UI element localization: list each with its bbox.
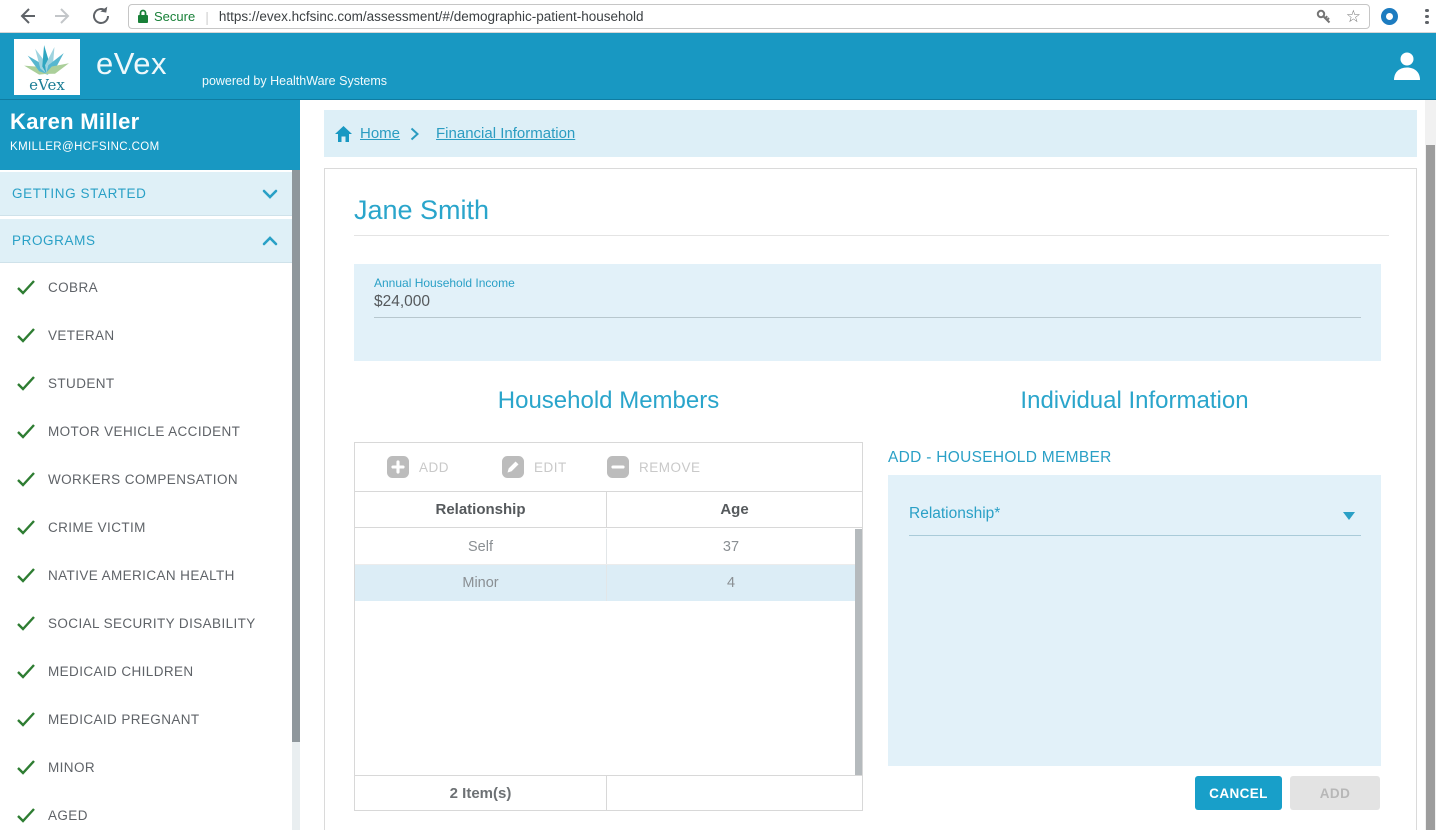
sidebar-item-minor[interactable]: MINOR: [0, 743, 292, 791]
sidebar-item-cobra[interactable]: COBRA: [0, 263, 292, 311]
patient-name: Jane Smith: [354, 195, 489, 226]
table-header-row: Relationship Age: [355, 492, 862, 528]
check-icon: [16, 519, 36, 535]
sidebar-item-student[interactable]: STUDENT: [0, 359, 292, 407]
edit-member-button[interactable]: EDIT: [502, 456, 567, 478]
item-count: 2 Item(s): [355, 776, 607, 810]
svg-text:eVex: eVex: [29, 76, 65, 94]
check-icon: [16, 615, 36, 631]
breadcrumb-financial-information-link[interactable]: Financial Information: [436, 125, 575, 142]
income-input[interactable]: $24,000: [374, 293, 1361, 318]
sidebar-item-medicaid-children[interactable]: MEDICAID CHILDREN: [0, 647, 292, 695]
check-icon: [16, 423, 36, 439]
check-icon: [16, 327, 36, 343]
income-panel: Annual Household Income $24,000: [354, 264, 1381, 361]
refresh-icon[interactable]: [90, 5, 112, 27]
household-members-title: Household Members: [354, 387, 863, 415]
secure-label: Secure: [154, 9, 195, 24]
page-scrollbar[interactable]: [1425, 100, 1436, 830]
check-icon: [16, 663, 36, 679]
relationship-dropdown[interactable]: Relationship*: [909, 505, 1361, 536]
check-icon: [16, 471, 36, 487]
table-toolbar: ADD EDIT REMOVE: [355, 443, 862, 492]
add-button[interactable]: ADD: [1290, 776, 1380, 810]
chevron-up-icon: [262, 236, 278, 246]
column-relationship[interactable]: Relationship: [355, 492, 607, 527]
sidebar-user-block: Karen Miller KMILLER@HCFSINC.COM: [0, 100, 300, 170]
check-icon: [16, 711, 36, 727]
cancel-button[interactable]: CANCEL: [1195, 776, 1282, 810]
lock-icon: [137, 9, 149, 24]
sidebar-scrollbar-thumb[interactable]: [292, 170, 300, 742]
app-tagline: powered by HealthWare Systems: [202, 74, 387, 88]
table-scrollbar-thumb[interactable]: [855, 529, 862, 775]
page: Secure | https://evex.hcfsinc.com/assess…: [0, 0, 1436, 830]
check-icon: [16, 807, 36, 823]
table-row-self[interactable]: Self 37: [355, 529, 855, 565]
plus-icon: [387, 456, 409, 478]
breadcrumb-home-link[interactable]: Home: [360, 125, 400, 142]
sidebar-item-veteran[interactable]: VETERAN: [0, 311, 292, 359]
table-footer-row: 2 Item(s): [355, 775, 862, 810]
app-header: eVex eVex powered by HealthWare Systems: [0, 33, 1436, 100]
bookmark-star-icon[interactable]: ☆: [1346, 8, 1361, 25]
check-icon: [16, 567, 36, 583]
table-row-minor[interactable]: Minor 4: [355, 565, 855, 601]
check-icon: [16, 759, 36, 775]
url-text[interactable]: https://evex.hcfsinc.com/assessment/#/de…: [219, 9, 1308, 24]
chevron-right-icon: [410, 127, 419, 141]
sidebar-section-getting-started[interactable]: GETTING STARTED: [0, 172, 292, 216]
extension-icon[interactable]: [1381, 8, 1398, 25]
household-members-table: ADD EDIT REMOVE: [354, 442, 863, 811]
sidebar-item-motor-vehicle-accident[interactable]: MOTOR VEHICLE ACCIDENT: [0, 407, 292, 455]
breadcrumb: Home Financial Information: [324, 110, 1417, 157]
sidebar-section-programs[interactable]: PROGRAMS: [0, 219, 292, 263]
dropdown-caret-icon: [1343, 512, 1355, 520]
user-account-icon[interactable]: [1390, 49, 1424, 83]
relationship-dropdown-label: Relationship*: [909, 505, 1000, 522]
home-icon[interactable]: [334, 125, 353, 143]
pencil-icon: [502, 456, 524, 478]
sidebar-item-native-american-health[interactable]: NATIVE AMERICAN HEALTH: [0, 551, 292, 599]
sidebar: Karen Miller KMILLER@HCFSINC.COM GETTING…: [0, 100, 300, 830]
chevron-down-icon: [262, 189, 278, 199]
app-name: eVex: [96, 46, 167, 82]
income-field-label: Annual Household Income: [374, 276, 515, 290]
user-email: KMILLER@HCFSINC.COM: [10, 141, 290, 153]
individual-information-title: Individual Information: [888, 387, 1381, 415]
add-member-button[interactable]: ADD: [387, 456, 449, 478]
sidebar-item-aged[interactable]: AGED: [0, 791, 292, 830]
sidebar-item-medicaid-pregnant[interactable]: MEDICAID PREGNANT: [0, 695, 292, 743]
sidebar-item-social-security-disability[interactable]: SOCIAL SECURITY DISABILITY: [0, 599, 292, 647]
forward-icon[interactable]: [52, 5, 74, 27]
remove-member-button[interactable]: REMOVE: [607, 456, 701, 478]
individual-information-panel: Relationship*: [888, 475, 1381, 766]
sidebar-scrollbar[interactable]: [292, 170, 300, 830]
divider: [354, 235, 1389, 236]
minus-icon: [607, 456, 629, 478]
sidebar-item-workers-compensation[interactable]: WORKERS COMPENSATION: [0, 455, 292, 503]
address-bar[interactable]: Secure | https://evex.hcfsinc.com/assess…: [128, 4, 1370, 29]
check-icon: [16, 375, 36, 391]
back-icon[interactable]: [16, 5, 38, 27]
add-household-member-heading: ADD - HOUSEHOLD MEMBER: [888, 449, 1112, 467]
password-key-icon[interactable]: [1316, 9, 1332, 25]
browser-toolbar: Secure | https://evex.hcfsinc.com/assess…: [0, 0, 1436, 33]
table-scrollbar[interactable]: [855, 529, 862, 775]
omnibox-divider: |: [205, 9, 209, 25]
page-scrollbar-thumb[interactable]: [1426, 145, 1435, 830]
column-age[interactable]: Age: [607, 492, 862, 527]
sidebar-item-crime-victim[interactable]: CRIME VICTIM: [0, 503, 292, 551]
browser-menu-icon[interactable]: [1418, 7, 1436, 26]
check-icon: [16, 279, 36, 295]
evex-logo[interactable]: eVex: [14, 39, 80, 95]
content-card: Jane Smith Annual Household Income $24,0…: [324, 168, 1417, 830]
user-name: Karen Miller: [10, 109, 290, 135]
